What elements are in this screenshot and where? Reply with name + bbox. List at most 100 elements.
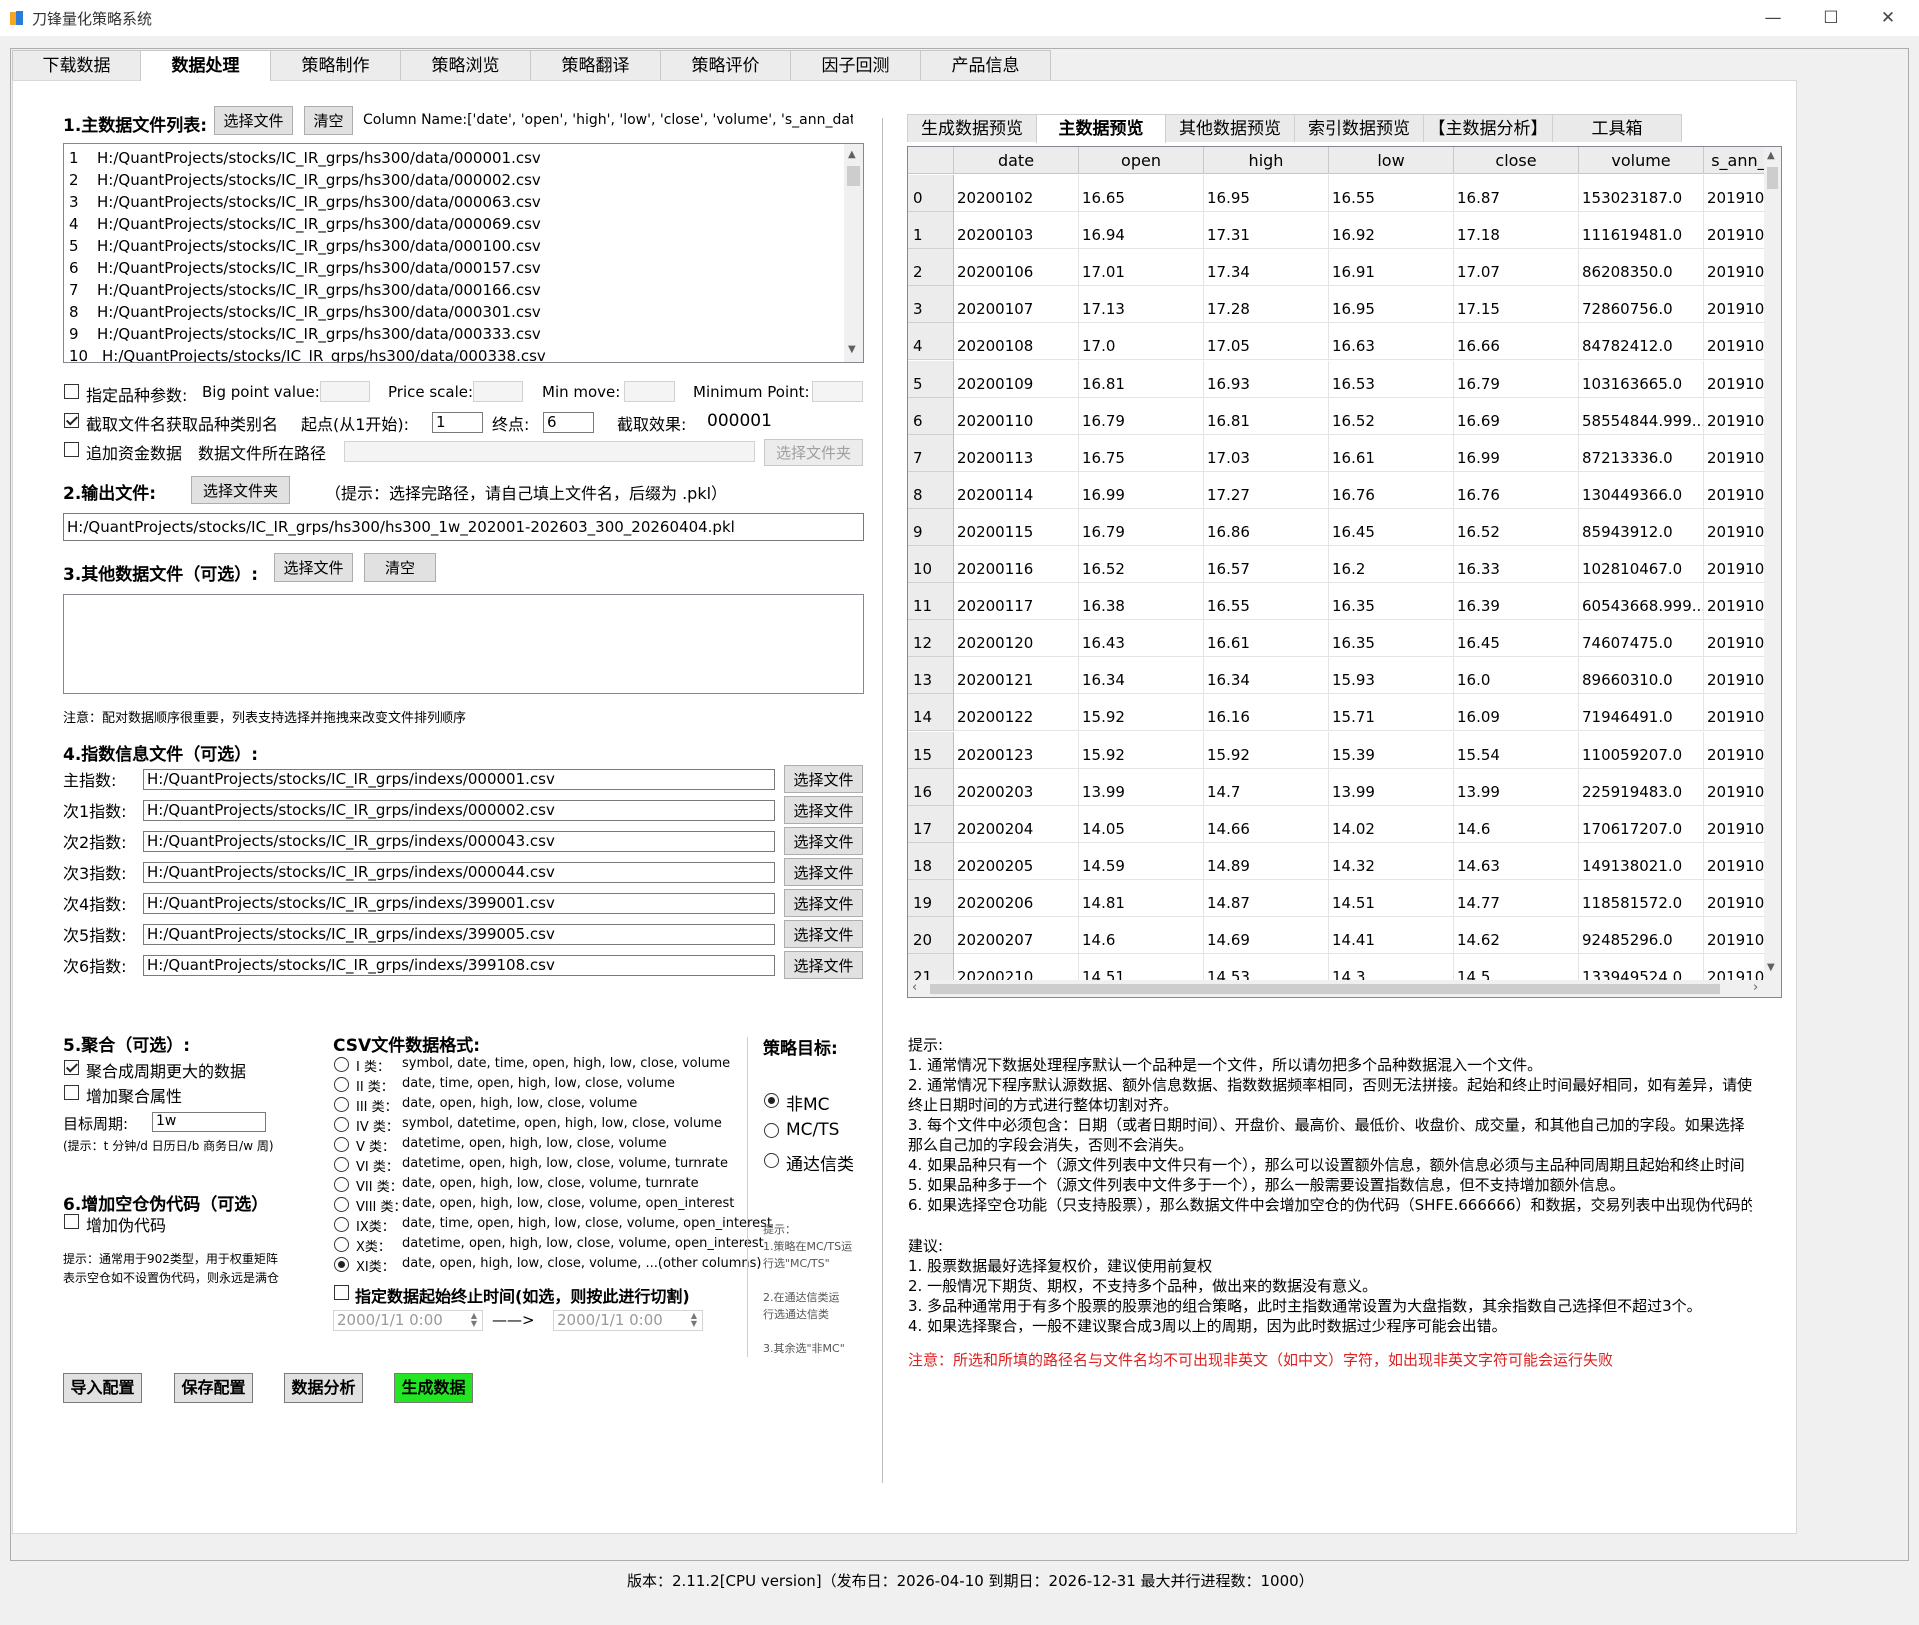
csv-format-radio[interactable]: [334, 1217, 349, 1232]
index-path-input[interactable]: H:/QuantProjects/stocks/IC_IR_grps/index…: [143, 800, 775, 821]
table-cell[interactable]: 16.87: [1454, 175, 1579, 212]
table-cell[interactable]: 17.15: [1454, 286, 1579, 324]
table-cell[interactable]: 16.39: [1454, 583, 1579, 621]
table-cell[interactable]: 15.93: [1329, 657, 1454, 695]
table-cell[interactable]: 16.79: [1079, 508, 1204, 546]
index-choose-file-button[interactable]: 选择文件: [784, 796, 863, 824]
table-cell[interactable]: 16.61: [1329, 434, 1454, 472]
table-cell[interactable]: 14.62: [1454, 917, 1579, 954]
maximize-button[interactable]: ☐: [1802, 2, 1860, 34]
table-cell[interactable]: 15.92: [1204, 731, 1329, 769]
table-cell[interactable]: 130449366.0: [1579, 471, 1704, 509]
table-cell[interactable]: 17.03: [1204, 434, 1329, 472]
table-cell[interactable]: 20200114: [954, 471, 1079, 509]
table-column-header[interactable]: close: [1454, 147, 1579, 174]
table-cell[interactable]: 14.89: [1204, 842, 1329, 880]
table-row-header[interactable]: 12: [908, 620, 954, 658]
table-cell[interactable]: 17.05: [1204, 323, 1329, 361]
start-input[interactable]: 1: [432, 412, 483, 433]
table-cell[interactable]: 14.41: [1329, 917, 1454, 954]
table-cell[interactable]: 14.6: [1454, 805, 1579, 843]
main-list-scrollbar[interactable]: ▲ ▼: [844, 144, 863, 362]
index-path-input[interactable]: H:/QuantProjects/stocks/IC_IR_grps/index…: [143, 862, 775, 883]
table-row-header[interactable]: 16: [908, 768, 954, 806]
tab-main-analysis[interactable]: 【主数据分析】: [1423, 114, 1553, 142]
min-point-input[interactable]: [812, 381, 863, 402]
list-item[interactable]: 4 H:/QuantProjects/stocks/IC_IR_grps/hs30…: [64, 213, 863, 235]
target-tdx-radio[interactable]: [764, 1153, 779, 1168]
table-cell[interactable]: 102810467.0: [1579, 546, 1704, 583]
table-cell[interactable]: 16.86: [1204, 508, 1329, 546]
clear-main-list-button[interactable]: 清空: [304, 106, 353, 135]
tab-other-preview[interactable]: 其他数据预览: [1165, 114, 1295, 142]
table-row-header[interactable]: 3: [908, 286, 954, 324]
index-choose-file-button[interactable]: 选择文件: [784, 827, 863, 855]
price-scale-input[interactable]: [473, 381, 523, 402]
main-file-list[interactable]: 1 H:/QuantProjects/stocks/IC_IR_grps/hs30…: [63, 143, 864, 363]
table-cell[interactable]: 16.76: [1329, 471, 1454, 509]
table-cell[interactable]: 103163665.0: [1579, 360, 1704, 398]
tab-main-preview[interactable]: 主数据预览: [1036, 114, 1166, 143]
table-cell[interactable]: 58554844.999...: [1579, 397, 1704, 435]
table-cell[interactable]: 16.53: [1329, 360, 1454, 398]
table-cell[interactable]: 16.93: [1204, 360, 1329, 398]
list-item[interactable]: 5 H:/QuantProjects/stocks/IC_IR_grps/hs30…: [64, 235, 863, 257]
list-item[interactable]: 2 H:/QuantProjects/stocks/IC_IR_grps/hs30…: [64, 169, 863, 191]
table-cell[interactable]: 16.35: [1329, 583, 1454, 621]
table-cell[interactable]: 20200102: [954, 175, 1079, 212]
table-cell[interactable]: 20200116: [954, 546, 1079, 583]
table-row-header[interactable]: 9: [908, 508, 954, 546]
table-cell[interactable]: 16.94: [1079, 212, 1204, 250]
table-cell[interactable]: 14.6: [1079, 917, 1204, 954]
table-cell[interactable]: 15.92: [1079, 694, 1204, 732]
table-cell[interactable]: 16.95: [1329, 286, 1454, 324]
table-cell[interactable]: 20200204: [954, 805, 1079, 843]
table-cell[interactable]: 16.55: [1204, 583, 1329, 621]
table-vertical-scrollbar[interactable]: ▲ ▼: [1764, 147, 1781, 982]
table-cell[interactable]: 92485296.0: [1579, 917, 1704, 954]
target-mcts-radio[interactable]: [764, 1123, 779, 1138]
start-time-spinbox[interactable]: 2000/1/1 0:00 ▲ ▼: [333, 1310, 483, 1331]
choose-other-file-button[interactable]: 选择文件: [274, 553, 353, 582]
clear-other-list-button[interactable]: 清空: [364, 553, 436, 582]
table-cell[interactable]: 20200203: [954, 768, 1079, 806]
table-row-header[interactable]: 2: [908, 249, 954, 287]
table-cell[interactable]: 20200117: [954, 583, 1079, 621]
cut-name-checkbox[interactable]: [64, 413, 79, 428]
tab-strategy-evaluate[interactable]: 策略评价: [660, 50, 791, 80]
table-cell[interactable]: 16.43: [1079, 620, 1204, 658]
min-move-input[interactable]: [624, 381, 675, 402]
table-cell[interactable]: 15.92: [1079, 731, 1204, 769]
table-cell[interactable]: 17.31: [1204, 212, 1329, 250]
index-choose-file-button[interactable]: 选择文件: [784, 858, 863, 886]
list-item[interactable]: 8 H:/QuantProjects/stocks/IC_IR_grps/hs30…: [64, 301, 863, 323]
table-cell[interactable]: 16.99: [1454, 434, 1579, 472]
scroll-thumb[interactable]: [847, 166, 860, 186]
end-input[interactable]: 6: [543, 412, 594, 433]
table-column-header[interactable]: low: [1329, 147, 1454, 174]
table-cell[interactable]: 20200110: [954, 397, 1079, 435]
scroll-left-icon[interactable]: ‹: [912, 980, 917, 995]
table-cell[interactable]: 16.34: [1079, 657, 1204, 695]
table-cell[interactable]: 20200106: [954, 249, 1079, 287]
table-row-header[interactable]: 5: [908, 360, 954, 398]
time-range-checkbox[interactable]: [334, 1285, 349, 1300]
list-item[interactable]: 7 H:/QuantProjects/stocks/IC_IR_grps/hs30…: [64, 279, 863, 301]
table-cell[interactable]: 16.35: [1329, 620, 1454, 658]
tab-strategy-making[interactable]: 策略制作: [270, 50, 401, 80]
index-choose-file-button[interactable]: 选择文件: [784, 920, 863, 948]
table-cell[interactable]: 20200120: [954, 620, 1079, 658]
target-non-mc-radio[interactable]: [764, 1093, 779, 1108]
generate-data-button[interactable]: 生成数据: [394, 1373, 473, 1403]
fund-path-input[interactable]: [344, 441, 755, 462]
table-cell[interactable]: 14.81: [1079, 879, 1204, 917]
table-cell[interactable]: 14.51: [1329, 879, 1454, 917]
table-cell[interactable]: 14.32: [1329, 842, 1454, 880]
end-time-spinbox[interactable]: 2000/1/1 0:00 ▲ ▼: [553, 1310, 703, 1331]
scroll-down-icon[interactable]: ▼: [1767, 962, 1775, 973]
table-cell[interactable]: 16.61: [1204, 620, 1329, 658]
table-column-header[interactable]: high: [1204, 147, 1329, 174]
table-cell[interactable]: 16.95: [1204, 175, 1329, 212]
table-cell[interactable]: 16.57: [1204, 546, 1329, 583]
index-path-input[interactable]: H:/QuantProjects/stocks/IC_IR_grps/index…: [143, 955, 775, 976]
